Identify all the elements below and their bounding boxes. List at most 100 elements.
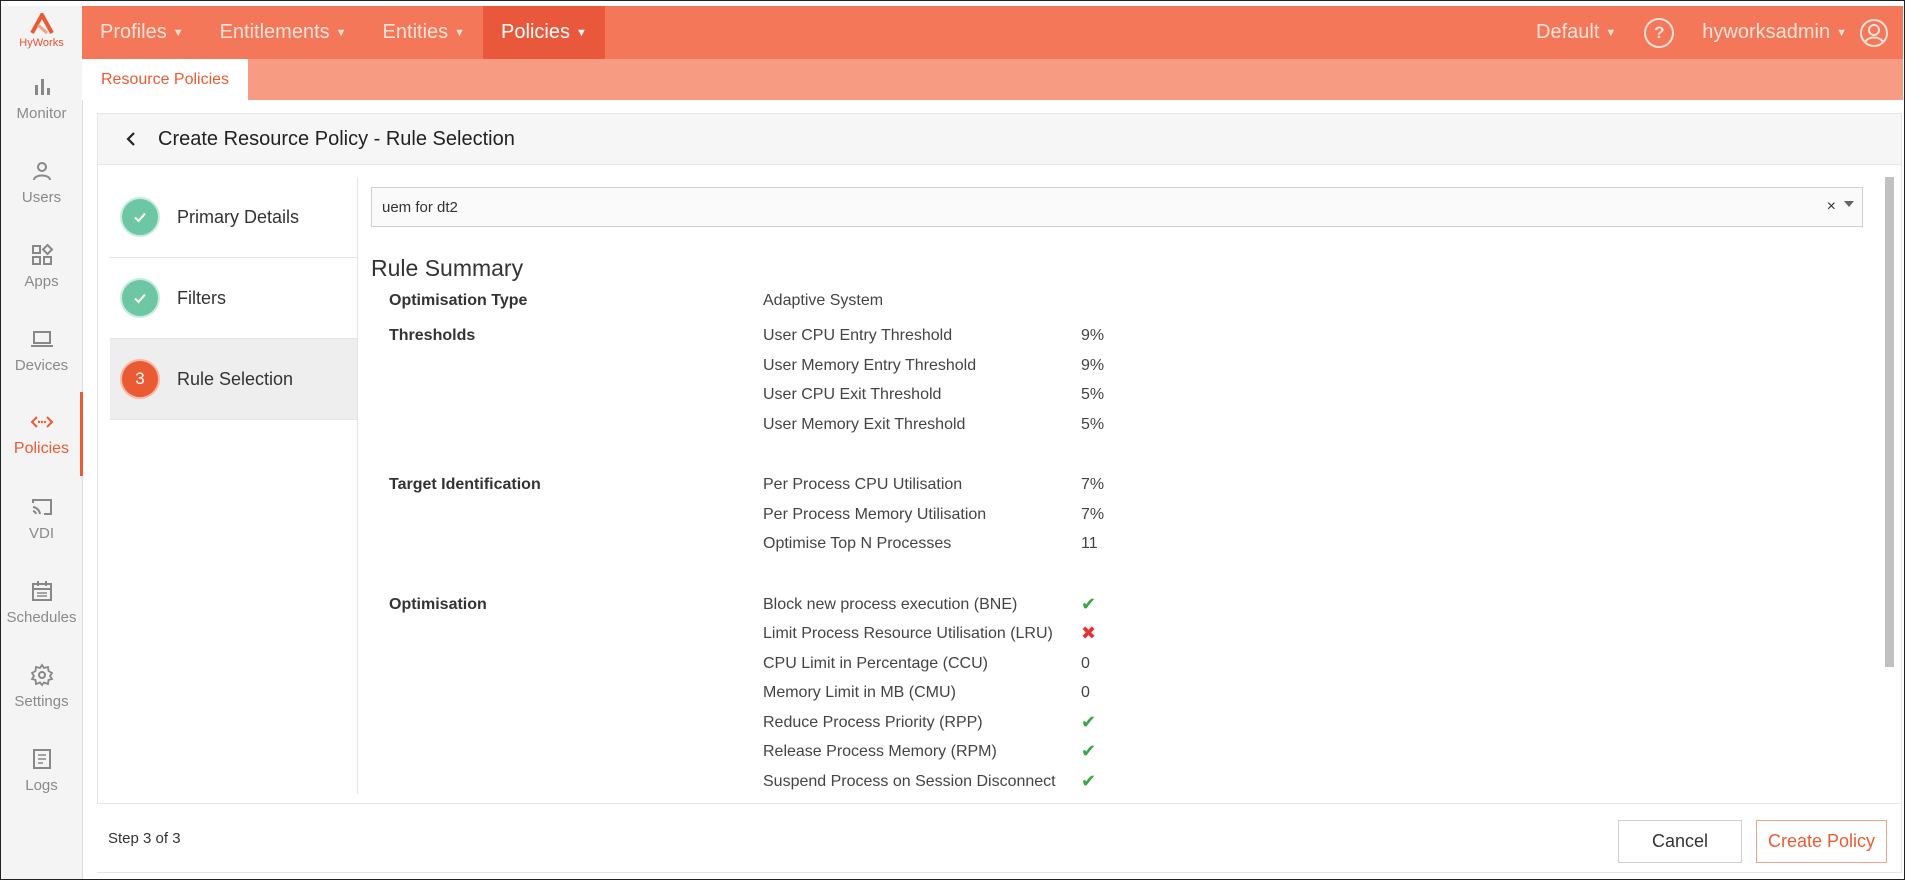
sidebar-item-logs[interactable]: Logs — [1, 728, 82, 812]
row-value: 11 — [1081, 535, 1098, 552]
create-policy-button[interactable]: Create Policy — [1756, 820, 1887, 863]
top-nav-bar: Profiles ▼ Entitlements ▼ Entities ▼ Polici… — [82, 6, 1903, 59]
row-value: 0 — [1081, 684, 1090, 701]
clear-icon[interactable]: × — [1827, 198, 1836, 216]
step-filters[interactable]: Filters — [110, 258, 357, 339]
row-name: User CPU Exit Threshold — [763, 386, 942, 403]
caret-down-icon: ▼ — [454, 26, 466, 39]
row-value: 5% — [1081, 416, 1105, 433]
tab-resource-policies[interactable]: Resource Policies — [82, 59, 249, 100]
rule-content: uem for dt2 × Rule Summary Optimisation … — [371, 177, 1886, 794]
row-name: Per Process CPU Utilisation — [763, 476, 963, 493]
menu-label: Profiles — [100, 21, 167, 43]
row-name: User Memory Entry Threshold — [763, 357, 977, 374]
sidebar-item-label: VDI — [28, 524, 54, 542]
sidebar-item-apps[interactable]: Apps — [1, 224, 82, 308]
row-value: 9% — [1081, 357, 1105, 374]
calendar-icon — [31, 580, 52, 601]
check-icon: ✔ — [1081, 741, 1097, 761]
row-value: 9% — [1081, 327, 1105, 344]
sidebar-item-label: Settings — [14, 692, 69, 710]
wizard-card: Create Resource Policy - Rule Selection … — [97, 113, 1902, 873]
check-icon: ✔ — [1081, 594, 1097, 614]
page-title: Create Resource Policy - Rule Selection — [158, 127, 515, 150]
menu-label: Policies — [501, 21, 570, 43]
sidebar-item-label: Policies — [13, 440, 70, 457]
logo-icon — [29, 13, 54, 35]
bar-chart-icon — [34, 78, 50, 95]
check-icon: ✔ — [1081, 771, 1097, 791]
wizard-steps: Primary Details Filters 3 Rule Selection — [110, 177, 357, 420]
sidebar-item-label: Apps — [24, 272, 59, 290]
step-label: Primary Details — [177, 206, 300, 227]
sidebar-item-label: Devices — [14, 356, 69, 374]
menu-policies[interactable]: Policies ▼ — [483, 6, 605, 59]
step-primary-details[interactable]: Primary Details — [110, 177, 357, 258]
divider — [357, 177, 358, 794]
check-icon — [120, 197, 160, 237]
top-right-controls: Default ▼ ? hyworksadmin ▼ — [1522, 6, 1903, 59]
sidebar-item-label: Schedules — [6, 608, 77, 626]
step-rule-selection[interactable]: 3 Rule Selection — [110, 339, 357, 420]
document-icon — [32, 748, 51, 769]
cross-icon: ✖ — [1081, 623, 1097, 643]
sidebar-item-schedules[interactable]: Schedules — [1, 560, 82, 644]
step-label: Filters — [177, 287, 226, 308]
cast-icon — [31, 498, 52, 515]
row-name: Optimise Top N Processes — [763, 535, 952, 552]
section-optimisation-type: Optimisation Type — [389, 292, 528, 309]
rule-select[interactable]: uem for dt2 × — [371, 187, 1863, 227]
sidebar-item-label: Logs — [25, 776, 58, 794]
section-optimisation: Optimisation — [389, 596, 487, 613]
back-arrow-icon[interactable] — [124, 132, 138, 146]
row-value: 7% — [1081, 476, 1105, 493]
menu-profiles[interactable]: Profiles ▼ — [82, 6, 202, 59]
laptop-icon — [30, 330, 53, 347]
user-avatar-icon — [1860, 18, 1888, 47]
menu-entitlements[interactable]: Entitlements ▼ — [202, 6, 365, 59]
sidebar-item-settings[interactable]: Settings — [1, 644, 82, 728]
section-target-identification: Target Identification — [389, 476, 541, 493]
row-name: User CPU Entry Threshold — [763, 327, 953, 344]
row-name: Reduce Process Priority (RPP) — [763, 714, 983, 731]
wizard-header: Create Resource Policy - Rule Selection — [98, 114, 1901, 165]
caret-down-icon: ▼ — [575, 26, 587, 39]
menu-entities[interactable]: Entities ▼ — [365, 6, 483, 59]
row-name: Block new process execution (BNE) — [763, 596, 1018, 613]
row-value: 5% — [1081, 386, 1105, 403]
row-name: CPU Limit in Percentage (CCU) — [763, 655, 988, 672]
caret-down-icon: ▼ — [335, 26, 347, 39]
row-name: Memory Limit in MB (CMU) — [763, 684, 956, 701]
sidebar-item-vdi[interactable]: VDI — [1, 476, 82, 560]
sidebar-item-users[interactable]: Users — [1, 140, 82, 224]
rule-select-value: uem for dt2 — [382, 198, 458, 216]
section-thresholds: Thresholds — [389, 327, 476, 344]
check-icon: ✔ — [1081, 712, 1097, 732]
caret-down-icon: ▼ — [172, 26, 184, 39]
check-icon — [120, 278, 160, 318]
chevron-down-icon[interactable] — [1844, 201, 1854, 207]
apps-icon — [31, 243, 53, 265]
tenant-dropdown[interactable]: Default ▼ — [1522, 6, 1630, 59]
sidebar-item-label: Monitor — [16, 104, 67, 122]
step-label: Rule Selection — [177, 368, 294, 389]
row-name: User Memory Exit Threshold — [763, 416, 966, 433]
user-icon — [32, 161, 51, 180]
step-number: 3 — [120, 359, 160, 399]
scrollbar-thumb[interactable] — [1885, 177, 1894, 667]
sidebar-item-monitor[interactable]: Monitor — [1, 56, 82, 140]
sidebar-item-devices[interactable]: Devices — [1, 308, 82, 392]
logo-text: HyWorks — [19, 37, 64, 49]
optimisation-type-value: Adaptive System — [763, 292, 884, 309]
row-name: Limit Process Resource Utilisation (LRU) — [763, 625, 1053, 642]
rule-summary-title: Rule Summary — [371, 255, 524, 281]
sidebar-item-policies[interactable]: Policies — [1, 392, 83, 476]
user-menu[interactable]: hyworksadmin ▼ — [1688, 6, 1903, 59]
help-icon[interactable]: ? — [1644, 17, 1675, 48]
sidebar-item-label: Users — [21, 188, 62, 206]
caret-down-icon: ▼ — [1836, 26, 1847, 39]
code-arrows-icon — [30, 416, 53, 428]
hyworks-logo[interactable]: HyWorks — [1, 6, 82, 56]
cancel-button[interactable]: Cancel — [1618, 820, 1742, 863]
row-name: Suspend Process on Session Disconnect — [763, 773, 1056, 790]
